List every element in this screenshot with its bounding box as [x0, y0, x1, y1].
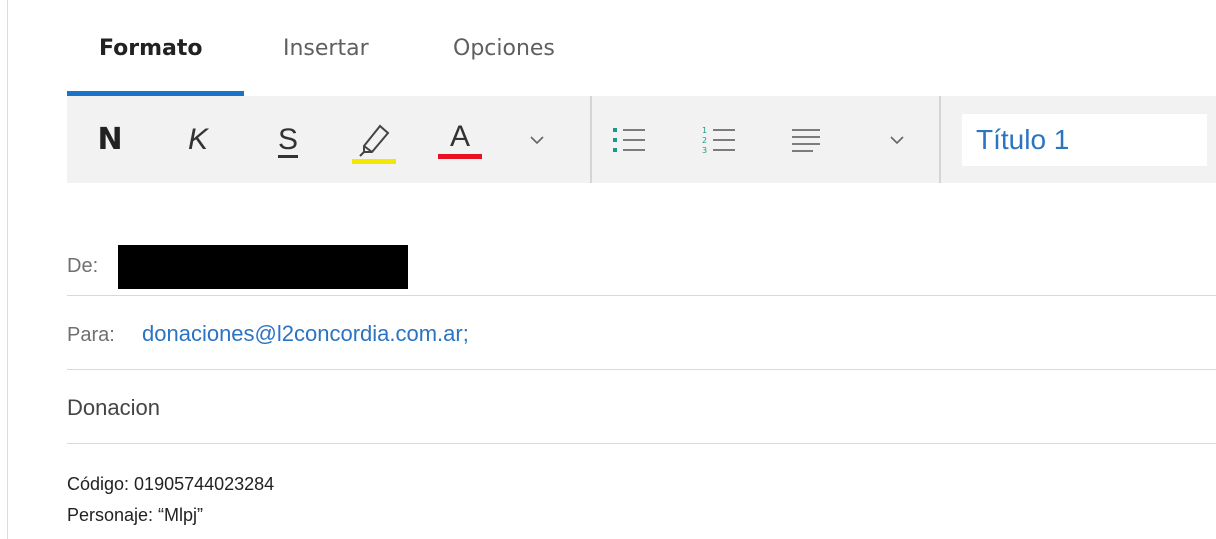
highlighter-icon [350, 116, 398, 164]
font-color-label: A [449, 119, 470, 153]
bullet-list-icon [612, 125, 646, 155]
numbered-list-icon: 1 2 3 [702, 125, 736, 155]
highlight-color-bar [352, 158, 396, 164]
underline-label: S [277, 122, 298, 156]
align-left-icon [791, 127, 821, 153]
chevron-down-icon [529, 135, 545, 145]
divider [67, 369, 1216, 370]
font-color-bar [438, 154, 482, 159]
style-selector[interactable]: Título 1 [962, 114, 1207, 166]
underline-button[interactable]: S [263, 96, 313, 183]
tab-opciones[interactable]: Opciones [453, 36, 555, 61]
numbered-list-button[interactable]: 1 2 3 [697, 96, 741, 183]
window-edge [7, 0, 8, 539]
highlight-button[interactable] [347, 96, 401, 183]
align-button[interactable] [784, 96, 828, 183]
bold-button[interactable]: N [85, 96, 135, 183]
tab-formato[interactable]: Formato [99, 36, 203, 61]
tab-insertar[interactable]: Insertar [283, 36, 369, 61]
italic-button[interactable]: K [173, 96, 223, 183]
svg-text:2: 2 [702, 136, 707, 145]
font-color-button[interactable]: A [433, 96, 487, 183]
redacted-sender [118, 245, 408, 289]
svg-text:3: 3 [702, 146, 707, 155]
font-more-button[interactable] [522, 96, 552, 183]
divider [67, 295, 1216, 296]
body-line-character[interactable]: Personaje: “Mlpj” [67, 505, 203, 526]
to-label: Para: [67, 324, 115, 346]
toolbar-divider [939, 96, 941, 183]
from-label: De: [67, 255, 99, 277]
toolbar-divider [590, 96, 592, 183]
recipient-field[interactable]: donaciones@l2concordia.com.ar; [142, 321, 469, 347]
svg-text:1: 1 [702, 126, 707, 135]
italic-label: K [187, 122, 208, 156]
body-line-code[interactable]: Código: 01905744023284 [67, 474, 274, 495]
bold-label: N [97, 121, 123, 157]
bullet-list-button[interactable] [607, 96, 651, 183]
paragraph-more-button[interactable] [882, 96, 912, 183]
divider [67, 443, 1216, 444]
chevron-down-icon [889, 135, 905, 145]
subject-field[interactable]: Donacion [67, 395, 160, 421]
